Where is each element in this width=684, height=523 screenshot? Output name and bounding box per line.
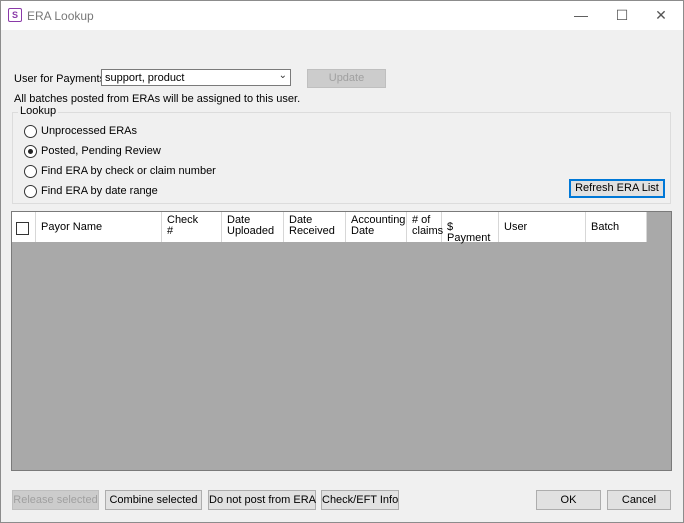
- select-all-checkbox[interactable]: [16, 222, 29, 235]
- radio-label: Find ERA by date range: [41, 185, 158, 197]
- column-number-of-claims[interactable]: # of claims: [407, 212, 444, 242]
- radio-button[interactable]: [24, 185, 37, 198]
- era-grid[interactable]: Payor Name Check # Date Uploaded Date Re…: [11, 211, 672, 471]
- release-selected-button[interactable]: Release selected: [12, 490, 99, 510]
- refresh-era-list-button[interactable]: Refresh ERA List: [569, 179, 665, 198]
- column-header-text: Batch: [591, 221, 620, 233]
- column-header-text: Payor Name: [41, 221, 103, 233]
- update-button[interactable]: Update: [307, 69, 386, 88]
- user-select-value: support, product: [105, 72, 185, 84]
- column-header-text: claims: [412, 225, 444, 237]
- column-date-uploaded[interactable]: Date Uploaded: [222, 212, 284, 242]
- column-header-text: User: [504, 221, 528, 233]
- ok-button[interactable]: OK: [536, 490, 601, 510]
- column-header-text: Received: [289, 225, 335, 237]
- select-all-column[interactable]: [12, 212, 36, 242]
- radio-button[interactable]: [24, 165, 37, 178]
- window-title: ERA Lookup: [27, 9, 94, 23]
- column-payor-name[interactable]: Payor Name: [36, 212, 162, 242]
- radio-button-selected[interactable]: [24, 145, 37, 158]
- grid-header: Payor Name Check # Date Uploaded Date Re…: [12, 212, 647, 244]
- radio-label: Find ERA by check or claim number: [41, 165, 216, 177]
- radio-button[interactable]: [24, 125, 37, 138]
- column-batch[interactable]: Batch: [586, 212, 647, 242]
- column-check-number[interactable]: Check #: [162, 212, 222, 242]
- column-header-text: Check: [167, 214, 199, 226]
- column-header-text: #: [167, 225, 174, 237]
- minimize-icon[interactable]: —: [566, 5, 596, 25]
- app-icon: S: [8, 8, 22, 22]
- user-for-payments-label: User for Payments:: [14, 73, 109, 85]
- chevron-down-icon: ⌄: [278, 70, 287, 81]
- combine-selected-button[interactable]: Combine selected: [105, 490, 202, 510]
- maximize-icon[interactable]: ☐: [607, 5, 637, 25]
- cancel-button[interactable]: Cancel: [607, 490, 671, 510]
- radio-label: Unprocessed ERAs: [41, 125, 137, 137]
- column-header-text: Uploaded: [227, 225, 275, 237]
- radio-label: Posted, Pending Review: [41, 145, 161, 157]
- user-assignment-note: All batches posted from ERAs will be ass…: [14, 93, 301, 105]
- check-eft-info-button[interactable]: Check/EFT Info: [321, 490, 399, 510]
- column-user[interactable]: User: [499, 212, 586, 242]
- column-header-text: Date: [351, 225, 375, 237]
- era-lookup-window: S ERA Lookup — ☐ ✕ User for Payments: su…: [0, 0, 684, 523]
- column-accounting-date[interactable]: Accounting Date: [346, 212, 407, 242]
- user-for-payments-select[interactable]: support, product ⌄: [101, 69, 291, 86]
- column-payment[interactable]: $ Payment: [442, 212, 499, 244]
- title-bar: S ERA Lookup — ☐ ✕: [1, 1, 683, 30]
- do-not-post-from-era-button[interactable]: Do not post from ERA: [208, 490, 316, 510]
- lookup-group-title: Lookup: [18, 105, 59, 117]
- close-icon[interactable]: ✕: [646, 5, 676, 25]
- column-date-received[interactable]: Date Received: [284, 212, 346, 242]
- column-header-text: $ Payment: [447, 221, 491, 244]
